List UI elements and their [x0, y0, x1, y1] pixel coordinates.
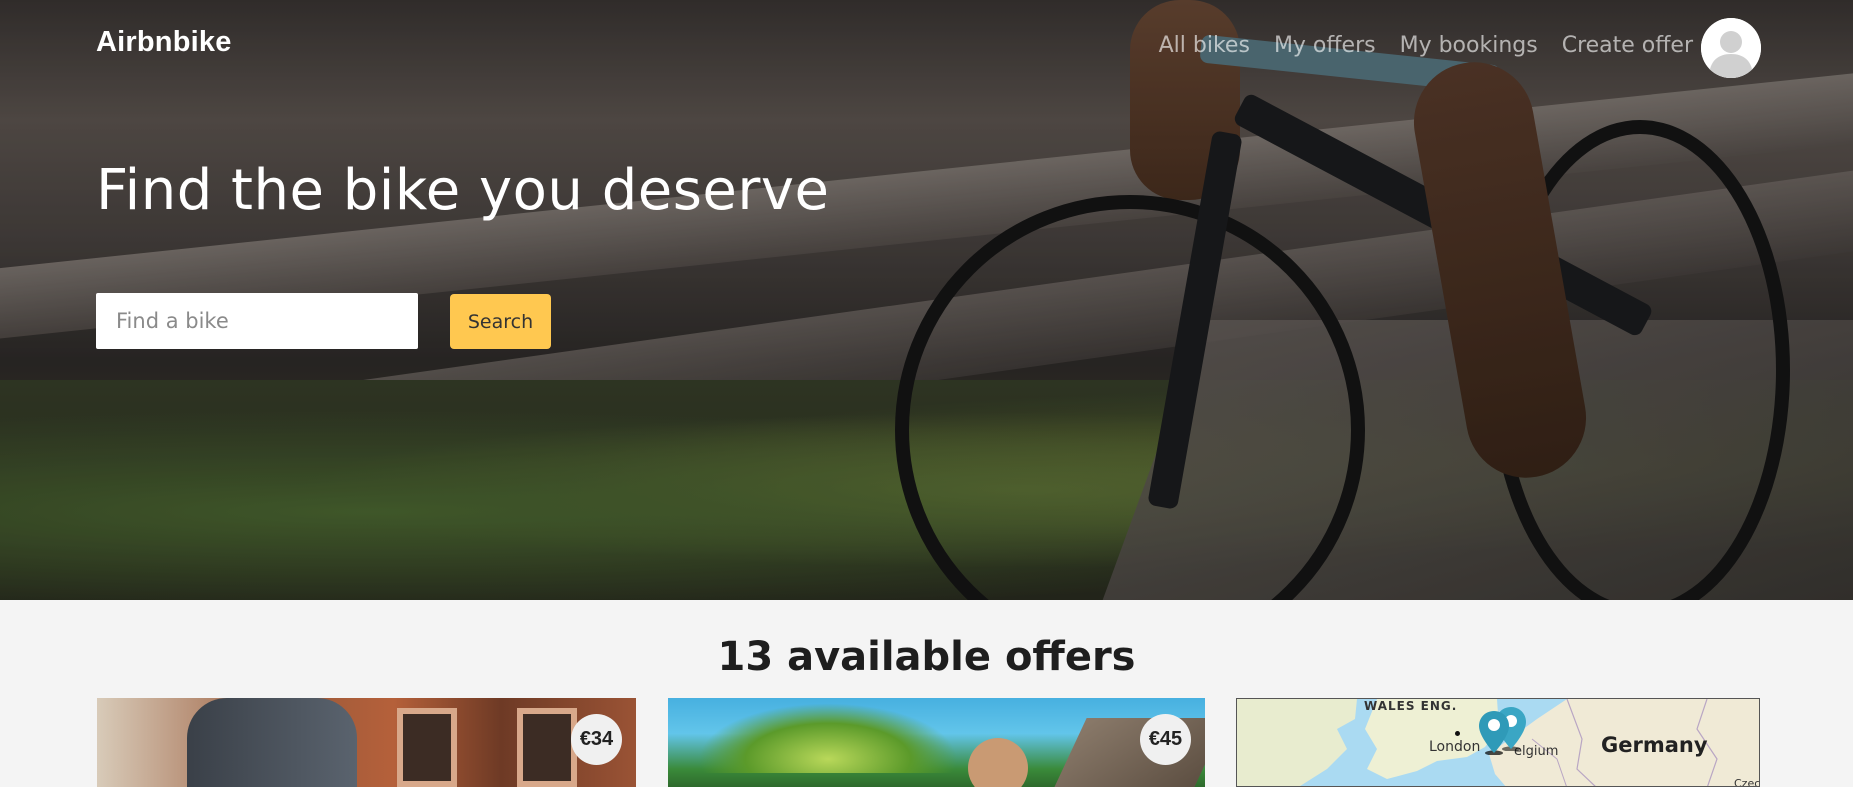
- search-button[interactable]: Search: [450, 294, 551, 349]
- nav-link-all-bikes[interactable]: All bikes: [1159, 33, 1250, 58]
- user-avatar[interactable]: [1701, 18, 1761, 78]
- map-city-dot: [1455, 731, 1460, 736]
- nav-link-create-offer[interactable]: Create offer: [1562, 33, 1693, 58]
- card-image-cyclist: [968, 738, 1028, 787]
- offer-card[interactable]: €34: [97, 698, 636, 787]
- price-badge: €34: [571, 714, 622, 765]
- map-label-wales: WALES: [1364, 699, 1416, 713]
- user-avatar-icon: [1701, 18, 1761, 78]
- navbar: Airbnbike All bikes My offers My booking…: [0, 0, 1853, 96]
- nav-link-my-bookings[interactable]: My bookings: [1400, 33, 1538, 58]
- card-image-window: [517, 708, 577, 787]
- map-label-england: ENG.: [1420, 699, 1458, 713]
- search-input[interactable]: [96, 293, 418, 349]
- nav-links: All bikes My offers My bookings Create o…: [1159, 33, 1693, 58]
- map-label-czech: Czech: [1734, 777, 1760, 787]
- map-pin-icon[interactable]: [1477, 709, 1511, 755]
- hero-title: Find the bike you deserve: [96, 158, 830, 223]
- brand-logo[interactable]: Airbnbike: [96, 26, 232, 59]
- card-image-window: [397, 708, 457, 787]
- offers-title: 13 available offers: [717, 634, 1136, 680]
- map-label-london: London: [1429, 739, 1481, 755]
- card-image-palm: [698, 703, 958, 773]
- card-image-cyclist: [187, 698, 357, 787]
- offer-card[interactable]: €45: [668, 698, 1205, 787]
- nav-link-my-offers[interactable]: My offers: [1274, 33, 1376, 58]
- price-badge: €45: [1140, 714, 1191, 765]
- map-label-germany: Germany: [1601, 733, 1708, 757]
- offers-map[interactable]: WALES ENG. London elgium Germany Czech: [1236, 698, 1760, 787]
